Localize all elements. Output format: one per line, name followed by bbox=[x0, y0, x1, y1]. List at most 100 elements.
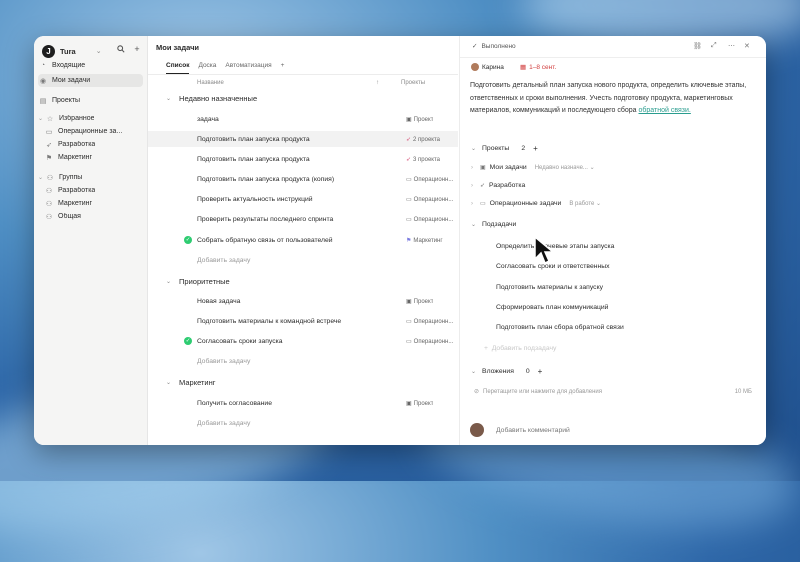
add-tab-button[interactable]: + bbox=[281, 62, 285, 74]
comment-box[interactable]: Добавить комментарий bbox=[470, 423, 570, 437]
rocket-icon: ➶ bbox=[406, 136, 412, 143]
task-project: ▭ Операционн... bbox=[406, 196, 454, 203]
checkbox[interactable] bbox=[184, 135, 192, 143]
checkbox[interactable] bbox=[184, 399, 192, 407]
table-row[interactable]: Новая задача ▣ Проект bbox=[148, 293, 458, 309]
tab-automation[interactable]: Автоматизация bbox=[225, 62, 271, 74]
section-header[interactable]: ⌄ Приоритетные bbox=[166, 277, 230, 286]
add-subtask-button[interactable]: + Добавить подзадачу bbox=[484, 345, 556, 352]
sidebar-item-inbox[interactable]: ◔ Входящие bbox=[38, 59, 143, 72]
add-task-button[interactable]: Добавить задачу bbox=[148, 415, 458, 431]
column-header-projects[interactable]: Проекты bbox=[401, 80, 425, 86]
task-name: Согласовать сроки запуска bbox=[197, 337, 283, 345]
section-header[interactable]: ⌄ Недавно назначенные bbox=[166, 94, 257, 103]
status-button[interactable]: ✓ Выполнено bbox=[472, 42, 516, 51]
comment-input[interactable]: Добавить комментарий bbox=[496, 427, 570, 434]
close-icon[interactable]: ✕ bbox=[744, 42, 750, 50]
search-icon[interactable] bbox=[114, 42, 128, 56]
project-row[interactable]: › ▣ Мои задачи Недавно назначе... ⌄ bbox=[471, 164, 595, 171]
checkbox[interactable] bbox=[184, 115, 192, 123]
sidebar-item-development[interactable]: ➶ Разработка bbox=[44, 138, 143, 151]
chevron-down-icon: ⌄ bbox=[471, 369, 477, 375]
folder-icon: ▭ bbox=[406, 318, 412, 325]
sidebar-group-groups[interactable]: ⌄ ⚇ Группы bbox=[38, 171, 143, 184]
checkbox[interactable] bbox=[184, 155, 192, 163]
mouse-cursor-icon bbox=[534, 235, 555, 265]
checkbox[interactable] bbox=[184, 297, 192, 305]
description-link[interactable]: обратной связи. bbox=[638, 107, 690, 114]
project-name: Мои задачи bbox=[489, 164, 527, 171]
subtask-item[interactable]: Определить ключевые этапы запуска bbox=[496, 243, 614, 250]
link-icon[interactable]: ⛓ bbox=[693, 42, 702, 50]
tab-board[interactable]: Доска bbox=[198, 62, 216, 74]
task-name: Проверить актуальность инструкций bbox=[197, 195, 313, 203]
more-icon[interactable]: ⋯ bbox=[728, 42, 735, 50]
checkbox[interactable] bbox=[184, 317, 192, 325]
subtask-item[interactable]: Подготовить план сбора обратной связи bbox=[496, 324, 624, 331]
checkbox[interactable] bbox=[184, 175, 192, 183]
sidebar-group-item-general[interactable]: ⚇ Общая bbox=[44, 210, 143, 223]
column-header-name[interactable]: Название bbox=[197, 80, 224, 86]
task-project: ▭ Операционн... bbox=[406, 338, 454, 345]
table-row[interactable]: Подготовить план запуска продукта ➶ 3 про… bbox=[148, 151, 458, 167]
project-row[interactable]: › ➶ Разработка bbox=[471, 182, 525, 189]
avatar bbox=[471, 63, 479, 71]
table-row[interactable]: Проверить актуальность инструкций ▭ Опера… bbox=[148, 191, 458, 207]
table-row[interactable]: Подготовить план запуска продукта ➶ 2 про… bbox=[148, 131, 458, 147]
sort-arrow-icon[interactable]: ↑ bbox=[376, 80, 379, 86]
table-row[interactable]: ✓ Собрать обратную связь от пользователе… bbox=[148, 232, 458, 248]
sidebar-group-favorites[interactable]: ⌄ ☆ Избранное bbox=[38, 112, 143, 125]
add-task-button[interactable]: Добавить задачу bbox=[148, 353, 458, 369]
project-row[interactable]: › ▭ Операционные задачи В работе ⌄ bbox=[471, 200, 601, 207]
task-description[interactable]: Подготовить детальный план запуска новог… bbox=[470, 80, 755, 118]
projects-section-header[interactable]: ⌄ Проекты 2 + bbox=[471, 144, 538, 153]
check-icon[interactable]: ✓ bbox=[184, 236, 192, 244]
sidebar-item-projects[interactable]: ▤ Проекты bbox=[38, 94, 143, 107]
document-icon: ▤ bbox=[39, 97, 47, 105]
rocket-icon: ➶ bbox=[406, 156, 412, 163]
workspace-switcher[interactable]: J Tura ⌄ bbox=[42, 42, 102, 60]
assignee[interactable]: Карина bbox=[471, 63, 504, 71]
sidebar-group-label: Избранное bbox=[59, 115, 95, 122]
expand-icon[interactable]: ⤢ bbox=[711, 42, 717, 50]
table-row[interactable]: Подготовить материалы к командной встреч… bbox=[148, 313, 458, 329]
rocket-icon: ➶ bbox=[480, 183, 486, 189]
due-date[interactable]: ▦ 1–8 сент. bbox=[520, 63, 556, 72]
sidebar-item-my-tasks[interactable]: ◉ Мои задачи bbox=[38, 74, 143, 87]
project-status-select[interactable]: В работе ⌄ bbox=[569, 200, 601, 207]
tab-list[interactable]: Список bbox=[166, 62, 190, 74]
add-icon[interactable]: + bbox=[130, 42, 144, 56]
attachments-section-header[interactable]: ⌄ Вложения 0 + bbox=[471, 367, 542, 376]
subtask-item[interactable]: Сформировать план коммуникаций bbox=[496, 304, 608, 311]
sidebar-item-label: Проекты bbox=[52, 97, 81, 104]
section-header[interactable]: ⌄ Маркетинг bbox=[166, 378, 216, 387]
paperclip-icon: ⊘ bbox=[474, 389, 480, 395]
add-project-button[interactable]: + bbox=[533, 144, 538, 153]
sidebar-item-marketing[interactable]: ⚑ Маркетинг bbox=[44, 151, 143, 164]
people-icon: ⚇ bbox=[46, 174, 54, 182]
table-row[interactable]: ✓ Согласовать сроки запуска ▭ Операционн.… bbox=[148, 333, 458, 349]
people-icon: ⚇ bbox=[45, 200, 53, 208]
page-title: Мои задачи bbox=[156, 43, 200, 52]
sidebar-group-item-marketing[interactable]: ⚇ Маркетинг bbox=[44, 197, 143, 210]
user-check-icon: ◉ bbox=[39, 77, 47, 85]
sidebar-group-label: Группы bbox=[59, 174, 83, 181]
table-row[interactable]: Проверить результаты последнего спринта … bbox=[148, 211, 458, 227]
project-status-select[interactable]: Недавно назначе... ⌄ bbox=[535, 164, 595, 171]
chevron-right-icon: › bbox=[471, 164, 473, 171]
attachment-dropzone[interactable]: ⊘ Перетащите или нажмите для добавления … bbox=[474, 388, 752, 396]
check-icon[interactable]: ✓ bbox=[184, 337, 192, 345]
sidebar-group-item-development[interactable]: ⚇ Разработка bbox=[44, 184, 143, 197]
checkbox[interactable] bbox=[184, 215, 192, 223]
table-row[interactable]: Подготовить план запуска продукта (копия… bbox=[148, 171, 458, 187]
subtasks-section-header[interactable]: ⌄ Подзадачи bbox=[471, 221, 516, 228]
add-attachment-button[interactable]: + bbox=[538, 367, 543, 376]
table-row[interactable]: задача ▣ Проект bbox=[148, 111, 458, 127]
add-task-button[interactable]: Добавить задачу bbox=[148, 252, 458, 268]
table-row[interactable]: Получить согласование ▣ Проект bbox=[148, 395, 458, 411]
sidebar-item-operational[interactable]: ▭ Операционные за... bbox=[44, 125, 143, 138]
checkbox[interactable] bbox=[184, 195, 192, 203]
tab-divider bbox=[148, 74, 458, 75]
add-task-label: Добавить задачу bbox=[197, 256, 251, 264]
subtask-item[interactable]: Подготовить материалы к запуску bbox=[496, 284, 603, 291]
